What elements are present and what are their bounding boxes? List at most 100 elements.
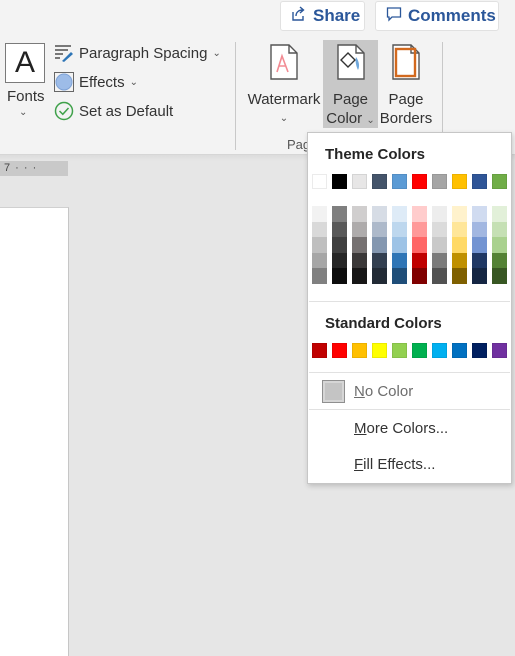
standard-color-swatch[interactable]	[492, 343, 507, 358]
theme-color-swatch[interactable]	[432, 174, 447, 189]
theme-shade-swatch[interactable]	[492, 268, 507, 284]
theme-shade-swatch[interactable]	[492, 237, 507, 253]
theme-shade-swatch[interactable]	[452, 252, 467, 269]
comments-button[interactable]: Comments	[375, 1, 499, 31]
theme-shade-column	[492, 206, 507, 284]
theme-shade-swatch[interactable]	[432, 237, 447, 253]
theme-shades-grid	[312, 206, 507, 284]
theme-shade-swatch[interactable]	[452, 206, 467, 222]
theme-color-swatch[interactable]	[372, 174, 387, 189]
share-label: Share	[313, 6, 361, 25]
theme-shade-swatch[interactable]	[312, 252, 327, 269]
page-borders-label-line2: Borders	[379, 110, 433, 127]
standard-color-swatch[interactable]	[452, 343, 467, 358]
effects-label: Effects	[79, 73, 125, 91]
theme-shade-swatch[interactable]	[352, 268, 367, 284]
share-icon	[291, 5, 307, 27]
theme-color-swatch[interactable]	[452, 174, 467, 189]
accelerator-key: F	[354, 456, 364, 473]
accelerator-key: M	[354, 420, 367, 437]
theme-shade-swatch[interactable]	[332, 237, 347, 253]
page-color-button[interactable]: Page Color ⌄	[323, 40, 378, 128]
theme-shade-swatch[interactable]	[432, 252, 447, 269]
theme-shade-swatch[interactable]	[372, 221, 387, 238]
no-color-item[interactable]: No Color	[354, 383, 413, 400]
theme-shade-swatch[interactable]	[472, 268, 487, 284]
theme-shade-swatch[interactable]	[332, 252, 347, 269]
theme-shade-swatch[interactable]	[312, 221, 327, 238]
theme-color-swatch[interactable]	[352, 174, 367, 189]
theme-shade-swatch[interactable]	[392, 237, 407, 253]
page-borders-button[interactable]: Page Borders	[380, 40, 432, 128]
set-as-default-button[interactable]: Set as Default	[54, 101, 173, 121]
theme-shade-swatch[interactable]	[432, 221, 447, 238]
theme-shade-swatch[interactable]	[372, 206, 387, 222]
share-button[interactable]: Share	[280, 1, 365, 31]
theme-shade-column	[332, 206, 347, 284]
comment-icon	[386, 6, 402, 27]
theme-shade-swatch[interactable]	[472, 237, 487, 253]
theme-shade-swatch[interactable]	[352, 221, 367, 238]
fonts-chevron-down-icon[interactable]: ⌄	[19, 107, 27, 118]
theme-shade-swatch[interactable]	[332, 268, 347, 284]
theme-shade-swatch[interactable]	[392, 268, 407, 284]
theme-shade-swatch[interactable]	[392, 221, 407, 238]
theme-shade-swatch[interactable]	[412, 268, 427, 284]
theme-shade-swatch[interactable]	[352, 237, 367, 253]
more-colors-item[interactable]: More Colors...	[354, 420, 448, 437]
fill-effects-item[interactable]: Fill Effects...	[354, 456, 435, 473]
theme-shade-swatch[interactable]	[452, 237, 467, 253]
theme-shade-swatch[interactable]	[372, 237, 387, 253]
watermark-button[interactable]: Watermark ⌄	[246, 40, 322, 128]
effects-button[interactable]: Effects ⌄	[54, 72, 138, 92]
theme-shade-swatch[interactable]	[372, 252, 387, 269]
theme-shade-swatch[interactable]	[312, 268, 327, 284]
watermark-label: Watermark	[247, 91, 321, 108]
theme-shade-swatch[interactable]	[312, 206, 327, 222]
theme-color-swatch[interactable]	[312, 174, 327, 189]
theme-shade-swatch[interactable]	[352, 252, 367, 269]
item-label: o Color	[364, 383, 414, 400]
standard-color-swatch[interactable]	[472, 343, 487, 358]
page-borders-label-line1: Page	[388, 91, 424, 108]
theme-shade-swatch[interactable]	[412, 237, 427, 253]
theme-shade-swatch[interactable]	[492, 206, 507, 222]
fonts-label[interactable]: Fonts	[7, 88, 45, 105]
theme-color-swatch[interactable]	[492, 174, 507, 189]
standard-color-swatch[interactable]	[372, 343, 387, 358]
standard-color-swatch[interactable]	[332, 343, 347, 358]
theme-shade-swatch[interactable]	[412, 206, 427, 222]
standard-color-swatch[interactable]	[392, 343, 407, 358]
theme-color-swatch[interactable]	[332, 174, 347, 189]
theme-shade-swatch[interactable]	[432, 206, 447, 222]
theme-shade-swatch[interactable]	[492, 221, 507, 238]
standard-color-swatch[interactable]	[312, 343, 327, 358]
fonts-button[interactable]: A	[5, 43, 45, 83]
chevron-down-icon: ⌄	[279, 113, 289, 124]
theme-shade-swatch[interactable]	[412, 252, 427, 269]
standard-color-swatch[interactable]	[412, 343, 427, 358]
theme-shade-swatch[interactable]	[452, 268, 467, 284]
theme-shade-swatch[interactable]	[452, 221, 467, 238]
theme-shade-swatch[interactable]	[392, 252, 407, 269]
ruler[interactable]: 7 · · ·	[0, 161, 68, 176]
theme-shade-swatch[interactable]	[312, 237, 327, 253]
theme-shade-swatch[interactable]	[412, 221, 427, 238]
theme-shade-swatch[interactable]	[332, 206, 347, 222]
theme-shade-swatch[interactable]	[372, 268, 387, 284]
theme-shade-swatch[interactable]	[472, 221, 487, 238]
theme-shade-swatch[interactable]	[472, 252, 487, 269]
theme-shade-swatch[interactable]	[352, 206, 367, 222]
theme-shade-swatch[interactable]	[492, 252, 507, 269]
theme-shade-swatch[interactable]	[432, 268, 447, 284]
theme-color-swatch[interactable]	[392, 174, 407, 189]
theme-shade-swatch[interactable]	[332, 221, 347, 238]
standard-color-swatch[interactable]	[352, 343, 367, 358]
paragraph-spacing-button[interactable]: Paragraph Spacing ⌄	[54, 43, 221, 63]
theme-shade-swatch[interactable]	[472, 206, 487, 222]
theme-shade-swatch[interactable]	[392, 206, 407, 222]
standard-color-swatch[interactable]	[432, 343, 447, 358]
theme-color-swatch[interactable]	[412, 174, 427, 189]
theme-color-swatch[interactable]	[472, 174, 487, 189]
document-page[interactable]	[0, 207, 69, 656]
